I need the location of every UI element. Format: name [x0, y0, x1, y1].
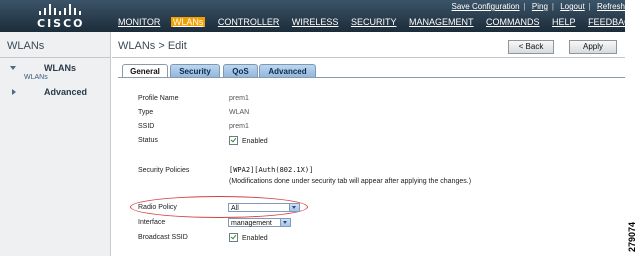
- tab-qos[interactable]: QoS: [223, 64, 258, 78]
- utility-links: Save Configuration | Ping | Logout | Refres…: [451, 2, 625, 11]
- logo-wordmark: CISCO: [37, 17, 85, 30]
- apply-button[interactable]: Apply: [569, 40, 617, 54]
- expand-right-icon[interactable]: [12, 89, 16, 95]
- expand-down-icon[interactable]: [10, 66, 16, 70]
- broadcast-ssid-label: Broadcast SSID: [138, 234, 188, 241]
- save-configuration-link[interactable]: Save Configuration: [452, 2, 520, 11]
- menu-security[interactable]: SECURITY: [351, 17, 397, 27]
- interface-label: Interface: [138, 219, 166, 226]
- menu-help[interactable]: HELP: [552, 17, 576, 27]
- security-policies-label: Security Policies: [138, 167, 190, 174]
- cisco-logo-bars-icon: [36, 4, 88, 15]
- profile-name-label: Profile Name: [138, 95, 179, 102]
- ping-link[interactable]: Ping: [532, 2, 548, 11]
- cisco-logo: CISCO: [34, 2, 94, 30]
- menu-wireless[interactable]: WIRELESS: [292, 17, 339, 27]
- ssid-value: prem1: [229, 123, 249, 130]
- sidebar-divider: [0, 57, 110, 58]
- chevron-down-icon[interactable]: [289, 204, 299, 211]
- menu-management[interactable]: MANAGEMENT: [409, 17, 474, 27]
- main-menu: MONITOR WLANs CONTROLLER WIRELESS SECURI…: [118, 17, 641, 27]
- main-divider: [112, 57, 625, 58]
- sidebar-subitem-wlans[interactable]: WLANs: [24, 74, 48, 81]
- menu-commands[interactable]: COMMANDS: [486, 17, 540, 27]
- broadcast-ssid-checkbox[interactable]: [229, 233, 238, 242]
- menu-wlans[interactable]: WLANs: [170, 17, 206, 27]
- tab-security[interactable]: Security: [170, 64, 220, 78]
- profile-name-value: prem1: [229, 95, 249, 102]
- interface-select[interactable]: management: [228, 218, 291, 227]
- radio-policy-select[interactable]: All: [228, 203, 300, 212]
- ssid-label: SSID: [138, 123, 155, 130]
- security-policies-value: [WPA2][Auth(802.1X)]: [229, 166, 314, 174]
- status-value: Enabled: [242, 138, 268, 145]
- sidebar: WLANs WLANs WLANs Advanced: [0, 32, 111, 256]
- back-button[interactable]: < Back: [508, 40, 554, 54]
- radio-policy-label: Radio Policy: [138, 204, 177, 211]
- radio-policy-value: All: [231, 205, 239, 212]
- menu-monitor[interactable]: MONITOR: [118, 17, 160, 27]
- security-note: (Modifications done under security tab w…: [229, 178, 472, 185]
- sidebar-title: WLANs: [7, 40, 45, 52]
- sidebar-item-wlans[interactable]: WLANs: [44, 63, 76, 73]
- sidebar-item-advanced[interactable]: Advanced: [44, 87, 87, 97]
- broadcast-ssid-value: Enabled: [242, 235, 268, 242]
- logout-link[interactable]: Logout: [560, 2, 584, 11]
- menu-feedback[interactable]: FEEDBACK: [588, 17, 637, 27]
- top-header: CISCO Save Configuration | Ping | Logout | …: [0, 0, 637, 32]
- status-label: Status: [138, 137, 158, 144]
- figure-number: 279074: [627, 221, 637, 252]
- chevron-down-icon[interactable]: [280, 219, 290, 226]
- interface-value: management: [231, 220, 272, 227]
- type-label: Type: [138, 109, 154, 116]
- general-panel: [118, 78, 625, 256]
- status-checkbox[interactable]: [229, 136, 238, 145]
- page-frame: CISCO Save Configuration | Ping | Logout | …: [0, 0, 637, 256]
- refresh-link[interactable]: Refresh: [597, 2, 625, 11]
- menu-controller[interactable]: CONTROLLER: [218, 17, 280, 27]
- tab-advanced[interactable]: Advanced: [259, 64, 316, 78]
- type-value: WLAN: [229, 109, 250, 116]
- page-title: WLANs > Edit: [118, 40, 187, 52]
